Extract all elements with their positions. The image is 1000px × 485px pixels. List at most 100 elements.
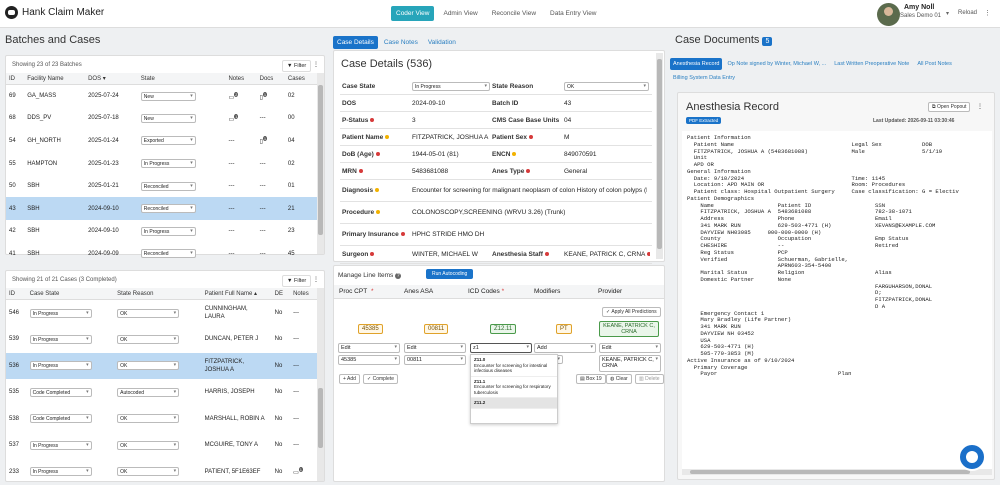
col-dos[interactable]: DOS ▾	[85, 73, 138, 85]
case-state-select[interactable]: In Progress	[29, 308, 92, 318]
document-h-scrollbar[interactable]	[682, 469, 992, 475]
open-popout-button[interactable]: ⧉ Open Popout	[928, 102, 971, 112]
state-reason-select[interactable]: OK	[117, 440, 180, 450]
col-cases[interactable]: Cases	[284, 73, 318, 85]
col-provider[interactable]: Provider	[598, 288, 622, 295]
cases-scrollbar[interactable]	[317, 288, 324, 481]
user-avatar[interactable]	[877, 3, 900, 26]
nav-admin-view[interactable]: Admin View	[438, 6, 482, 21]
pred-cpt-chip[interactable]: 45385	[358, 324, 383, 334]
tab-post-notes[interactable]: All Post Notes	[914, 58, 955, 70]
state-select[interactable]: New	[140, 113, 196, 123]
state-select[interactable]: Exported	[140, 136, 196, 146]
col-state-reason[interactable]: State Reason	[114, 288, 202, 300]
more-icon[interactable]: ⋮	[313, 61, 319, 68]
tab-anesthesia-record[interactable]: Anesthesia Record	[670, 58, 723, 70]
clear-button[interactable]: ◍ Clear	[606, 374, 632, 384]
table-row[interactable]: 546 In Progress OK CUNNINGHAM, LAURA No …	[6, 300, 318, 327]
batches-scrollbar[interactable]	[317, 73, 324, 254]
nav-data-entry-view[interactable]: Data Entry View	[545, 6, 601, 21]
document-icon[interactable]: ▯	[260, 139, 263, 145]
tab-preop-note[interactable]: Last Written Preoperative Note	[831, 58, 912, 70]
complete-button[interactable]: ✓ Complete	[363, 374, 398, 384]
provider-select[interactable]: KEANE, PATRICK C, CRNA	[599, 355, 661, 372]
state-reason-select[interactable]: OK	[117, 308, 180, 318]
table-row[interactable]: 535 Code Completed Autocoded HARRIS, JOS…	[6, 379, 318, 406]
state-select[interactable]: Reconciled	[140, 204, 196, 214]
table-row[interactable]: 50 SBH 2025-01-21 Reconciled --- --- 01	[6, 175, 318, 198]
col-anes-asa[interactable]: Anes ASA	[404, 288, 433, 295]
table-row[interactable]: 41 SBH 2024-09-09 Reconciled --- --- 45	[6, 243, 318, 266]
case-state-select[interactable]: Code Completed	[29, 387, 92, 397]
col-proc-cpt[interactable]: Proc CPT *	[339, 288, 374, 295]
nav-reconcile-view[interactable]: Reconcile View	[487, 6, 541, 21]
case-state-select[interactable]: In Progress	[412, 81, 490, 91]
col-id[interactable]: ID	[6, 288, 27, 300]
pred-mod-chip[interactable]: PT	[556, 324, 572, 334]
table-row[interactable]: 43 SBH 2024-09-10 Reconciled --- --- 21	[6, 197, 318, 221]
icd-suggestion-item[interactable]: Z11.0 Encounter for screening for intesti…	[471, 355, 557, 377]
col-notes[interactable]: Notes	[290, 288, 318, 300]
case-state-select[interactable]: Code Completed	[29, 414, 92, 424]
add-line-button[interactable]: + Add	[339, 374, 360, 384]
case-state-select[interactable]: In Progress	[29, 440, 92, 450]
col-facility[interactable]: Facility Name	[24, 73, 86, 85]
case-state-select[interactable]: In Progress	[29, 467, 92, 477]
state-reason-select[interactable]: OK	[117, 334, 180, 344]
state-reason-select[interactable]: OK	[117, 361, 180, 371]
state-reason-select[interactable]: OK	[117, 414, 180, 424]
table-row[interactable]: 538 Code Completed OK MARSHALL, ROBIN A …	[6, 406, 318, 433]
cases-filter-button[interactable]: ▼ Filter	[282, 275, 312, 287]
icd-suggestion-item[interactable]: Z11.2	[471, 398, 557, 409]
table-row[interactable]: 69 GA_MASS 2025-07-24 New ▭2 ▯1 02	[6, 85, 318, 108]
chevron-down-icon[interactable]: ▾	[946, 10, 949, 17]
table-row[interactable]: 539 In Progress OK DUNCAN, PETER J No --…	[6, 326, 318, 353]
col-state[interactable]: State	[137, 73, 226, 85]
pred-provider-chip[interactable]: KEANE, PATRICK C, CRNA	[599, 321, 659, 337]
state-reason-select[interactable]: Autocoded	[117, 387, 180, 397]
col-modifiers[interactable]: Modifiers	[534, 288, 560, 295]
col-notes[interactable]: Notes	[225, 73, 257, 85]
col-case-state[interactable]: Case State	[26, 288, 115, 300]
apply-all-predictions-button[interactable]: ✓ Apply All Predictions	[602, 307, 661, 317]
asa-select[interactable]: 00811	[404, 355, 466, 365]
tab-validation[interactable]: Validation	[424, 36, 460, 49]
more-icon[interactable]: ⋮	[313, 276, 319, 283]
help-icon[interactable]: ?	[395, 273, 402, 279]
table-row[interactable]: 536 In Progress OK FITZPATRICK, JOSHUA A…	[6, 352, 318, 379]
col-de[interactable]: DE	[271, 288, 291, 300]
run-autocoding-button[interactable]: Run Autocoding	[426, 269, 474, 279]
case-state-select[interactable]: In Progress	[29, 361, 92, 371]
table-row[interactable]: 54 GH_NORTH 2025-01-24 Exported --- ▯1 0…	[6, 130, 318, 153]
more-icon[interactable]: ⋮	[977, 103, 983, 110]
document-text-area[interactable]: Patient Information Patient Name Legal S…	[682, 131, 992, 469]
state-select[interactable]: New	[140, 91, 196, 101]
col-docs[interactable]: Docs	[256, 73, 285, 85]
icd-suggestion-item[interactable]: Z11.1 Encounter for screening for respira…	[471, 377, 557, 398]
tab-billing-entry[interactable]: Billing System Data Entry	[670, 72, 738, 84]
details-scrollbar[interactable]	[656, 53, 663, 259]
cpt-select[interactable]: 45385	[338, 355, 400, 365]
state-select[interactable]: In Progress	[140, 159, 196, 169]
state-select[interactable]: Reconciled	[140, 181, 196, 191]
col-patient-name[interactable]: Patient Full Name ▴	[201, 288, 272, 300]
modifier-add-select[interactable]: Add	[534, 343, 596, 353]
asa-edit-select[interactable]: Edit	[404, 343, 466, 353]
state-reason-select[interactable]: OK	[117, 467, 180, 477]
state-select[interactable]: Reconciled	[140, 249, 196, 259]
table-row[interactable]: 537 In Progress OK MCGUIRE, TONY A No --…	[6, 432, 318, 459]
case-state-select[interactable]: In Progress	[29, 334, 92, 344]
state-select[interactable]: In Progress	[140, 226, 196, 236]
col-id[interactable]: ID	[6, 73, 25, 85]
pred-asa-chip[interactable]: 00811	[424, 324, 449, 334]
delete-button[interactable]: ▥ Delete	[635, 374, 664, 384]
table-row[interactable]: 68 DDS_PV 2025-07-18 New ▭1 --- 00	[6, 107, 318, 130]
icd-search-input[interactable]: z1	[470, 343, 532, 353]
comment-icon[interactable]: ▭	[293, 470, 299, 476]
provider-edit-select[interactable]: Edit	[599, 343, 661, 353]
table-row[interactable]: 42 SBH 2024-09-10 In Progress --- --- 23	[6, 220, 318, 243]
app-logo[interactable]: Hank Claim Maker	[5, 6, 104, 19]
col-icd-codes[interactable]: ICD Codes *	[468, 288, 504, 295]
table-row[interactable]: 55 HAMPTON 2025-01-23 In Progress --- --…	[6, 152, 318, 175]
tab-op-note[interactable]: Op Note signed by Winter, Michael W, ...	[724, 58, 829, 70]
